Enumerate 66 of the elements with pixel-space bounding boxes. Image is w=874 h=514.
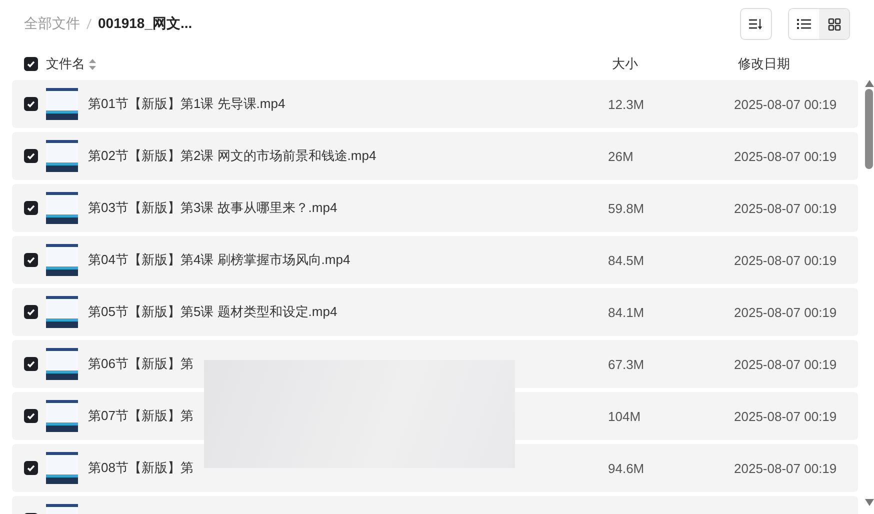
modified-date: 2025-08-07 00:19 — [734, 252, 838, 268]
check-icon — [26, 151, 36, 161]
file-row[interactable]: 第04节【新版】第4课 刷榜掌握市场风向.mp4 84.5M 2025-08-07 00:19 — [12, 236, 858, 284]
modified-date: 2025-08-07 00:19 — [734, 356, 838, 372]
sort-button[interactable] — [740, 8, 772, 40]
scrollbar-thumb[interactable] — [865, 89, 873, 169]
checkbox[interactable] — [24, 409, 38, 423]
file-row[interactable]: 第03节【新版】第3课 故事从哪里来？.mp4 59.8M 2025-08-07 00:19 — [12, 184, 858, 232]
modified-date: 2025-08-07 00:19 — [734, 304, 838, 320]
check-icon — [26, 255, 36, 265]
check-icon — [26, 203, 36, 213]
check-icon — [26, 307, 36, 317]
sort-icon — [749, 18, 763, 30]
file-name[interactable]: 第05节【新版】第5课 题材类型和设定.mp4 — [88, 303, 608, 321]
column-header[interactable]: 大小 — [612, 55, 738, 73]
modified-date: 2025-08-07 00:19 — [734, 96, 838, 112]
checkbox[interactable] — [24, 57, 38, 71]
grid-view-icon — [828, 18, 840, 30]
scroll-up-arrow-icon[interactable] — [864, 80, 874, 87]
file-name[interactable]: 第04节【新版】第4课 刷榜掌握市场风向.mp4 — [88, 251, 608, 269]
file-row[interactable]: 第02节【新版】第2课 网文的市场前景和钱途.mp4 26M 2025-08-07 00:19 — [12, 132, 858, 180]
column-header[interactable]: 文件名 — [46, 55, 85, 73]
file-name[interactable]: 第02节【新版】第2课 网文的市场前景和钱途.mp4 — [88, 147, 608, 165]
checkbox[interactable] — [24, 97, 38, 111]
file-size: 67.3M — [608, 356, 646, 372]
breadcrumb-separator-icon — [86, 18, 92, 30]
check-icon — [26, 359, 36, 369]
file-size: 59.8M — [608, 200, 646, 216]
video-thumbnail — [46, 244, 78, 276]
video-thumbnail — [46, 296, 78, 328]
video-thumbnail — [46, 88, 78, 120]
scroll-down-arrow-icon[interactable] — [864, 499, 874, 506]
checkbox[interactable] — [24, 357, 38, 371]
checkbox[interactable] — [24, 149, 38, 163]
sort-arrows-icon[interactable] — [89, 58, 96, 70]
file-name[interactable]: 第01节【新版】第1课 先导课.mp4 — [88, 95, 608, 113]
view-toggle-button[interactable] — [819, 9, 849, 39]
modified-date: 2025-08-07 00:19 — [734, 200, 838, 216]
list-view-icon — [797, 18, 811, 30]
file-size: 94.6M — [608, 460, 646, 476]
column-header[interactable]: 修改日期 — [738, 55, 874, 73]
video-thumbnail — [46, 400, 78, 432]
file-row[interactable]: 第05节【新版】第5课 题材类型和设定.mp4 84.1M 2025-08-07 00:19 — [12, 288, 858, 336]
file-size: 26M — [608, 148, 634, 164]
check-icon — [26, 463, 36, 473]
breadcrumb-item[interactable]: 001918_网文... — [98, 15, 192, 33]
file-size: 84.1M — [608, 304, 646, 320]
modified-date: 2025-08-07 00:19 — [734, 148, 838, 164]
check-icon — [26, 411, 36, 421]
checkbox[interactable] — [24, 201, 38, 215]
modified-date: 2025-08-07 00:19 — [734, 408, 838, 424]
file-size: 84.5M — [608, 252, 646, 268]
video-thumbnail — [46, 192, 78, 224]
file-row[interactable]: 第01节【新版】第1课 先导课.mp4 12.3M 2025-08-07 00:19 — [12, 80, 858, 128]
checkbox[interactable] — [24, 461, 38, 475]
video-thumbnail — [46, 348, 78, 380]
check-icon — [26, 99, 36, 109]
checkbox[interactable] — [24, 305, 38, 319]
video-thumbnail — [46, 140, 78, 172]
video-thumbnail — [46, 452, 78, 484]
file-size: 104M — [608, 408, 642, 424]
check-icon — [26, 59, 36, 69]
file-name[interactable]: 第03节【新版】第3课 故事从哪里来？.mp4 — [88, 199, 608, 217]
file-size: 12.3M — [608, 96, 646, 112]
modified-date: 2025-08-07 00:19 — [734, 460, 838, 476]
checkbox[interactable] — [24, 253, 38, 267]
